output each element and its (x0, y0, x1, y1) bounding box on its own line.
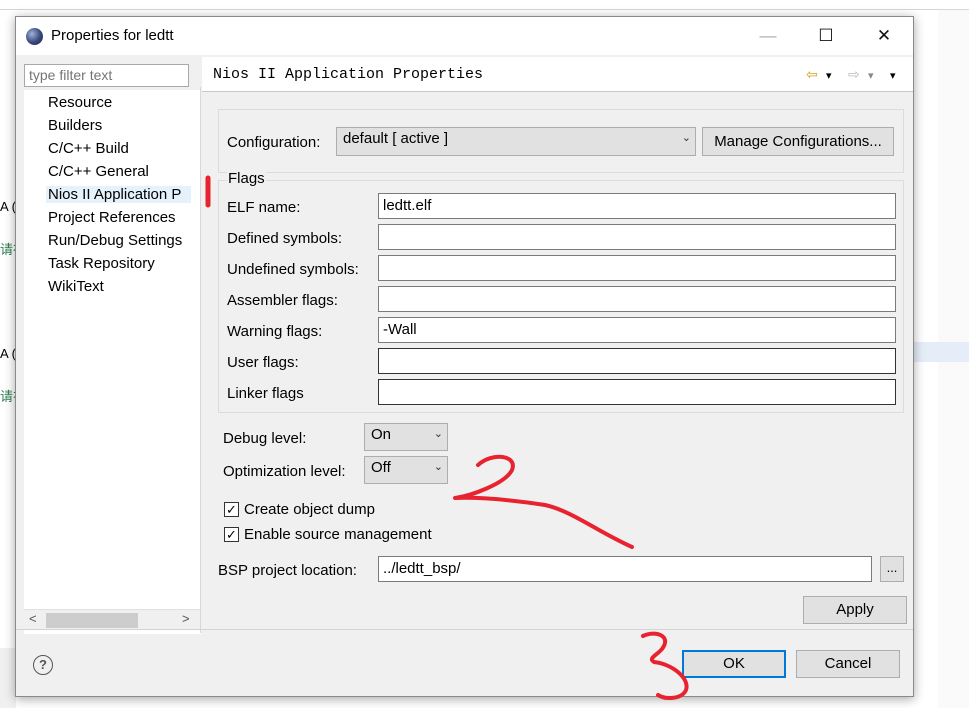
background-editor-header (0, 0, 969, 10)
assembler-flags-label: Assembler flags: (227, 292, 338, 309)
properties-dialog: Properties for ledtt — ☐ ✕ type filter t… (15, 16, 914, 697)
flags-legend: Flags (227, 170, 266, 187)
bsp-location-label: BSP project location: (218, 562, 357, 579)
elf-name-field[interactable]: ledtt.elf (378, 193, 896, 219)
eclipse-icon (26, 28, 43, 45)
tree-item-wikitext[interactable]: WikiText (48, 278, 104, 295)
maximize-button[interactable]: ☐ (797, 17, 855, 55)
optimization-level-label: Optimization level: (223, 463, 346, 480)
forward-menu-icon[interactable]: ▾ (868, 69, 874, 82)
configuration-select[interactable]: default [ active ] ⌄ (336, 127, 696, 156)
browse-bsp-button[interactable]: ... (880, 556, 904, 582)
bsp-location-field[interactable]: ../ledtt_bsp/ (378, 556, 872, 582)
scrollbar-thumb[interactable] (46, 613, 138, 628)
scroll-right-icon[interactable]: > (182, 611, 190, 626)
assembler-flags-field[interactable] (378, 286, 896, 312)
cancel-button[interactable]: Cancel (796, 650, 900, 678)
back-menu-icon[interactable]: ▾ (826, 69, 832, 82)
scroll-left-icon[interactable]: < (29, 611, 37, 626)
help-icon[interactable]: ? (33, 655, 53, 675)
enable-source-management-label: Enable source management (244, 526, 432, 543)
debug-level-value: On (371, 426, 392, 443)
tree-item-cpp-build[interactable]: C/C++ Build (48, 140, 129, 157)
ok-button[interactable]: OK (682, 650, 786, 678)
elf-name-label: ELF name: (227, 199, 301, 216)
enable-source-management-checkbox[interactable]: ✓ (224, 527, 239, 542)
button-bar-separator (16, 629, 913, 630)
minimize-button[interactable]: — (739, 17, 797, 55)
dialog-title: Properties for ledtt (51, 27, 174, 44)
linker-flags-label: Linker flags (227, 385, 304, 402)
warning-flags-label: Warning flags: (227, 323, 323, 340)
view-menu-icon[interactable]: ▾ (890, 69, 896, 82)
defined-symbols-field[interactable] (378, 224, 896, 250)
tree-item-task-repository[interactable]: Task Repository (48, 255, 155, 272)
background-status-area (0, 648, 16, 708)
debug-level-label: Debug level: (223, 430, 307, 447)
tree-horizontal-scrollbar[interactable]: < > (24, 609, 201, 629)
optimization-level-value: Off (371, 459, 391, 476)
optimization-level-select[interactable]: Off ⌄ (364, 456, 448, 484)
tree-item-resource[interactable]: Resource (48, 94, 112, 111)
undefined-symbols-label: Undefined symbols: (227, 261, 359, 278)
user-flags-field[interactable] (378, 348, 896, 374)
tree-item-project-references[interactable]: Project References (48, 209, 176, 226)
user-flags-label: User flags: (227, 354, 299, 371)
defined-symbols-label: Defined symbols: (227, 230, 343, 247)
tree-item-run-debug-settings[interactable]: Run/Debug Settings (48, 232, 182, 249)
tree-item-cpp-general[interactable]: C/C++ General (48, 163, 149, 180)
title-bar[interactable]: Properties for ledtt — ☐ ✕ (16, 17, 913, 55)
forward-arrow-icon[interactable]: ⇨ (848, 66, 860, 83)
property-tree: Resource Builders C/C++ Build C/C++ Gene… (24, 90, 201, 634)
apply-button[interactable]: Apply (803, 596, 907, 624)
back-arrow-icon[interactable]: ⇦ (806, 66, 818, 83)
warning-flags-field[interactable]: -Wall (378, 317, 896, 343)
tree-item-nios-application[interactable]: Nios II Application P (46, 186, 192, 203)
chevron-down-icon: ⌄ (681, 132, 691, 144)
configuration-label: Configuration: (227, 134, 321, 151)
chevron-down-icon: ⌄ (433, 461, 443, 473)
page-header: Nios II Application Properties ⇦ ▾ ⇨ ▾ ▾ (202, 57, 913, 92)
panel-divider[interactable] (200, 87, 201, 633)
undefined-symbols-field[interactable] (378, 255, 896, 281)
background-selected-line (914, 342, 969, 362)
close-button[interactable]: ✕ (855, 17, 913, 55)
filter-placeholder: type filter text (29, 67, 113, 83)
configuration-value: default [ active ] (343, 130, 449, 147)
debug-level-select[interactable]: On ⌄ (364, 423, 448, 451)
filter-input[interactable]: type filter text (24, 64, 189, 87)
page-title: Nios II Application Properties (213, 66, 484, 83)
create-object-dump-label: Create object dump (244, 501, 375, 518)
manage-configurations-button[interactable]: Manage Configurations... (702, 127, 894, 156)
linker-flags-field[interactable] (378, 379, 896, 405)
create-object-dump-checkbox[interactable]: ✓ (224, 502, 239, 517)
chevron-down-icon: ⌄ (433, 428, 443, 440)
tree-item-builders[interactable]: Builders (48, 117, 102, 134)
